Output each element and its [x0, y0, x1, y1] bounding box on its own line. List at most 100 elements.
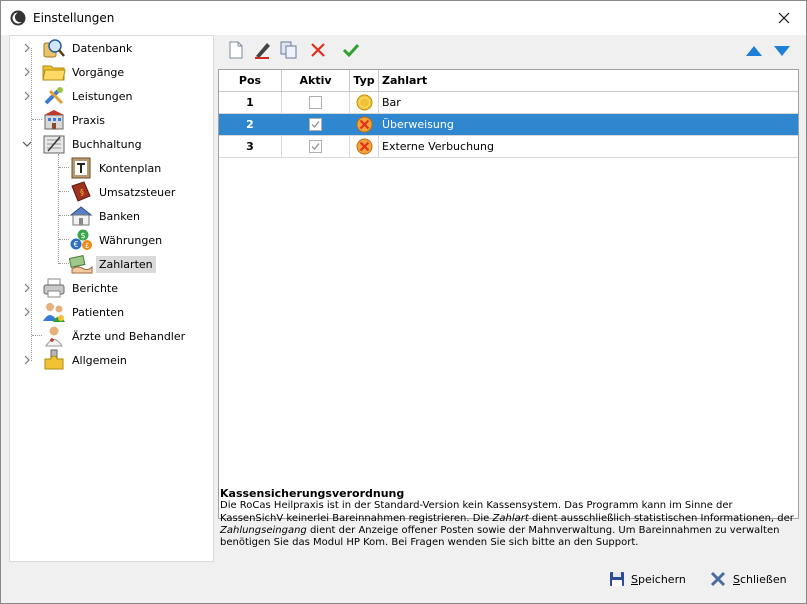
table-row[interactable]: 3 Externe Verbuchung — [219, 136, 798, 158]
settings-tree: Datenbank Vorgänge Leistungen Praxis Buc… — [9, 35, 214, 562]
confirm-check-icon[interactable] — [341, 40, 361, 60]
tree-connector — [59, 167, 69, 168]
close-button-label: Schließen — [733, 572, 787, 586]
patients-icon — [43, 303, 65, 322]
expand-chevron-icon[interactable] — [22, 283, 32, 293]
svg-text:§: § — [80, 188, 84, 197]
account-chart-icon — [71, 157, 91, 179]
copy-icon[interactable] — [279, 40, 299, 60]
tools-icon — [44, 87, 64, 105]
tree-item-label: Patienten — [72, 305, 125, 319]
move-down-icon[interactable] — [772, 40, 792, 60]
payment-types-table: Pos Aktiv Typ Zahlart 1 Bar 2 Überweisun… — [218, 69, 799, 519]
tree-item-label: Ärzte und Behandler — [72, 329, 186, 343]
cell-aktiv — [282, 114, 350, 135]
column-header-pos[interactable]: Pos — [219, 70, 282, 92]
tree-item-waehrungen[interactable]: $ € £ Währungen — [69, 229, 165, 251]
save-button-label: Speichern — [631, 572, 686, 586]
floppy-disk-icon — [610, 572, 624, 586]
new-document-icon[interactable] — [226, 40, 246, 60]
save-button[interactable]: Speichern — [609, 568, 686, 590]
cell-zahlart: Überweisung — [382, 118, 454, 131]
info-box: Kassensicherungsverordnung Die RoCas Hei… — [218, 487, 799, 560]
ledger-icon — [43, 135, 65, 154]
folder-icon — [42, 65, 66, 81]
tree-item-zahlarten[interactable]: Zahlarten — [69, 253, 156, 275]
window-title: Einstellungen — [33, 11, 115, 25]
coin-icon — [356, 94, 373, 111]
tax-book-icon: § — [71, 181, 91, 202]
cell-aktiv — [282, 136, 350, 157]
currency-icon: $ € £ — [70, 229, 92, 250]
active-checkbox[interactable] — [309, 140, 322, 153]
tree-connector — [59, 263, 69, 264]
database-search-icon — [43, 39, 65, 58]
column-header-zahlart[interactable]: Zahlart — [379, 70, 798, 92]
delete-x-icon[interactable] — [308, 40, 328, 60]
expand-chevron-icon[interactable] — [22, 67, 32, 77]
tree-item-label: Praxis — [72, 113, 105, 127]
svg-text:$: $ — [81, 231, 86, 240]
tree-item-patienten[interactable]: Patienten — [42, 301, 127, 323]
tree-item-kontenplan[interactable]: Kontenplan — [69, 157, 164, 179]
tree-item-label: Berichte — [72, 281, 118, 295]
active-checkbox[interactable] — [309, 96, 322, 109]
title-bar: Einstellungen — [1, 1, 806, 35]
cell-pos: 1 — [219, 92, 282, 113]
column-header-typ[interactable]: Typ — [350, 70, 379, 92]
settings-window: Einstellungen Datenbank Vorgänge Leistun… — [0, 0, 807, 604]
cell-zahlart: Bar — [382, 96, 401, 109]
tree-item-label: Umsatzsteuer — [99, 185, 176, 199]
building-icon — [44, 110, 64, 130]
table-row[interactable]: 1 Bar — [219, 92, 798, 114]
tree-item-aerzte[interactable]: Ärzte und Behandler — [42, 325, 188, 347]
tree-connector — [32, 119, 42, 120]
tree-connector — [59, 191, 69, 192]
cell-typ — [350, 136, 379, 157]
close-icon[interactable] — [772, 6, 796, 30]
transfer-icon — [356, 116, 373, 133]
expand-chevron-icon[interactable] — [22, 43, 32, 53]
tree-connector — [59, 215, 69, 216]
close-x-icon — [710, 571, 726, 587]
bank-house-icon — [69, 206, 93, 226]
tree-item-berichte[interactable]: Berichte — [42, 277, 121, 299]
payment-types-panel: Pos Aktiv Typ Zahlart 1 Bar 2 Überweisun… — [216, 35, 801, 562]
tree-item-banken[interactable]: Banken — [69, 205, 143, 227]
tree-item-datenbank[interactable]: Datenbank — [42, 37, 135, 59]
collapse-chevron-icon[interactable] — [22, 139, 32, 149]
tree-connector — [59, 239, 69, 240]
expand-chevron-icon[interactable] — [22, 91, 32, 101]
cell-pos: 3 — [219, 136, 282, 157]
svg-text:£: £ — [85, 242, 89, 250]
tree-item-praxis[interactable]: Praxis — [42, 109, 108, 131]
tree-item-label: Kontenplan — [99, 161, 162, 175]
info-text: Die RoCas Heilpraxis ist in der Standard… — [220, 500, 794, 549]
tree-item-allgemein[interactable]: Allgemein — [42, 349, 130, 371]
move-up-icon[interactable] — [744, 40, 764, 60]
puzzle-icon — [44, 349, 64, 370]
close-button[interactable]: Schließen — [709, 568, 787, 590]
info-title: Kassensicherungsverordnung — [220, 487, 405, 500]
tree-item-label: Währungen — [99, 233, 163, 247]
tree-item-buchhaltung[interactable]: Buchhaltung — [42, 133, 145, 155]
tree-item-label: Datenbank — [72, 41, 133, 55]
transfer-icon — [356, 138, 373, 155]
column-header-aktiv[interactable]: Aktiv — [282, 70, 350, 92]
cell-aktiv — [282, 92, 350, 113]
tree-item-vorgaenge[interactable]: Vorgänge — [42, 61, 127, 83]
payment-hand-icon — [69, 255, 93, 274]
tree-item-label: Vorgänge — [72, 65, 125, 79]
table-row[interactable]: 2 Überweisung — [219, 114, 798, 136]
tree-item-leistungen[interactable]: Leistungen — [42, 85, 135, 107]
tree-item-label: Buchhaltung — [72, 137, 142, 151]
tree-item-label: Leistungen — [72, 89, 133, 103]
edit-pen-icon[interactable] — [252, 40, 272, 60]
tree-item-umsatzsteuer[interactable]: § Umsatzsteuer — [69, 181, 178, 203]
expand-chevron-icon[interactable] — [22, 307, 32, 317]
printer-icon — [43, 278, 65, 298]
cell-zahlart: Externe Verbuchung — [382, 140, 494, 153]
active-checkbox[interactable] — [309, 118, 322, 131]
tree-item-label: Zahlarten — [96, 255, 156, 273]
expand-chevron-icon[interactable] — [22, 355, 32, 365]
